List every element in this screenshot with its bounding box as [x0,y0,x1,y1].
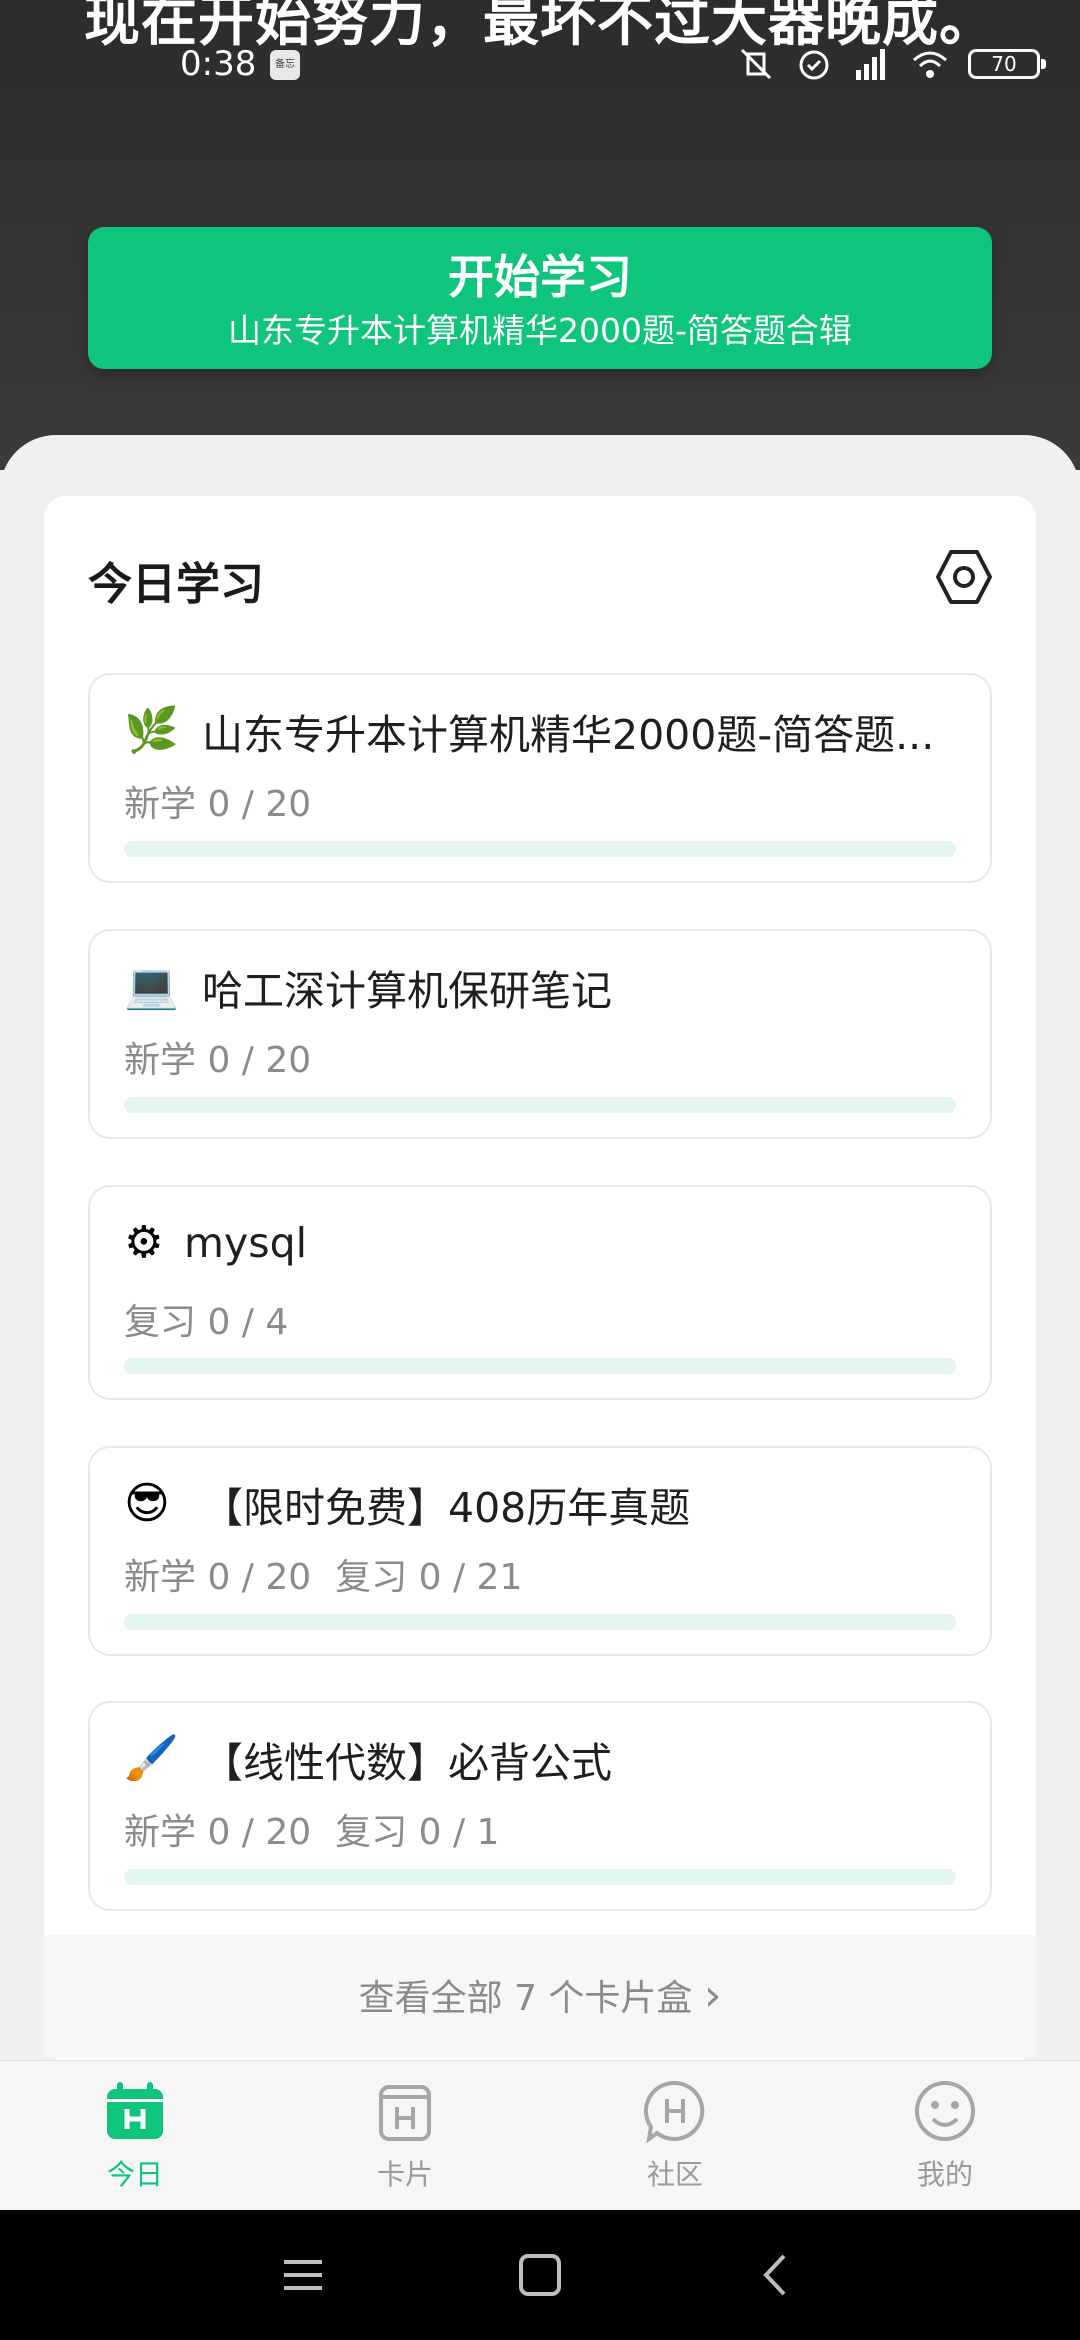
community-chat-icon [643,2080,705,2143]
laptop-icon: 💻 [124,961,179,1012]
tab-label: 我的 [916,2158,973,2191]
tab-today[interactable]: 今日 [65,2079,205,2193]
status-bar: 0:38 备忘 70 [0,38,1080,88]
view-all-decks-link[interactable]: 查看全部 7 个卡片盒 › [44,1935,1036,2057]
deck-card[interactable]: 🌿 山东专升本计算机精华2000题-简答题... 新学 0 / 20 [88,673,992,883]
deck-progress-bar [124,1097,956,1113]
signal-icon [856,49,885,80]
deck-stats: 复习 0 / 4 [124,1293,288,1345]
wifi-icon [913,51,947,78]
settings-hexagon-icon[interactable] [935,548,993,606]
status-icons: 70 [736,42,1046,86]
tab-label: 今日 [106,2158,163,2191]
deck-review-count: 复习 0 / 21 [335,1557,523,1598]
deck-review-count: 复习 0 / 4 [124,1302,289,1343]
deck-stats: 新学 0 / 20 复习 0 / 21 [124,1548,522,1600]
deck-new-count: 新学 0 / 20 [124,1040,312,1081]
leaf-icon: 🌿 [124,705,179,756]
gear-icon: ⚙ [124,1217,164,1268]
status-time: 0:38 [180,44,257,84]
notes-app-icon: 备忘 [270,50,300,80]
deck-stats: 新学 0 / 20 复习 0 / 1 [124,1803,499,1855]
bottom-tab-bar: 今日 卡片 社区 我的 [0,2060,1080,2210]
card-box-icon [379,2085,431,2141]
tab-label: 社区 [646,2158,703,2191]
view-all-label: 查看全部 7 个卡片盒 [358,1978,693,2019]
deck-progress-bar [124,1358,956,1374]
alarm-icon [799,50,829,80]
home-icon[interactable] [513,2248,567,2302]
tab-label: 卡片 [376,2158,433,2191]
deck-card[interactable]: 💻 哈工深计算机保研笔记 新学 0 / 20 [88,929,992,1139]
deck-name: 【线性代数】必背公式 [202,1739,612,1787]
deck-stats: 新学 0 / 20 [124,1031,311,1083]
deck-name: 哈工深计算机保研笔记 [202,967,612,1015]
mute-vibrate-icon [740,48,772,80]
start-learning-deck: 山东专升本计算机精华2000题-简答题合辑 [228,311,852,350]
sunglasses-emoji-icon: 😎 [124,1478,170,1529]
deck-card[interactable]: 🖌️ 【线性代数】必背公式 新学 0 / 20 复习 0 / 1 [88,1701,992,1911]
start-learning-title: 开始学习 [448,250,632,304]
today-title: 今日学习 [88,559,264,610]
deck-card[interactable]: 😎 【限时免费】408历年真题 新学 0 / 20 复习 0 / 21 [88,1446,992,1656]
chevron-right-icon: › [703,1970,722,2021]
deck-progress-bar [124,1614,956,1630]
calendar-icon [107,2082,163,2139]
deck-card[interactable]: ⚙ mysql 复习 0 / 4 [88,1185,992,1400]
deck-progress-bar [124,841,956,857]
deck-name: 山东专升本计算机精华2000题-简答题... [202,711,935,759]
back-icon[interactable] [750,2248,804,2302]
deck-progress-bar [124,1869,956,1885]
smiley-profile-icon [915,2081,975,2141]
system-nav-bar [0,2210,1080,2340]
start-learning-button[interactable]: 开始学习 山东专升本计算机精华2000题-简答题合辑 [88,227,992,369]
deck-name: 【限时免费】408历年真题 [202,1484,691,1532]
deck-name: mysql [184,1219,307,1267]
menu-icon[interactable] [276,2248,330,2302]
deck-review-count: 复习 0 / 1 [335,1812,500,1853]
deck-new-count: 新学 0 / 20 [124,1557,312,1598]
tab-community[interactable]: 社区 [605,2079,745,2193]
deck-stats: 新学 0 / 20 [124,775,311,827]
deck-new-count: 新学 0 / 20 [124,784,312,825]
tab-cards[interactable]: 卡片 [335,2079,475,2193]
battery-icon: 70 [968,49,1046,79]
paintbrush-icon: 🖌️ [124,1733,179,1784]
header-area: 现在开始努力，最坏不过大器晚成。 0:38 备忘 70 开始学习 山东专升本计算… [0,0,1080,470]
tab-mine[interactable]: 我的 [875,2079,1015,2193]
deck-new-count: 新学 0 / 20 [124,1812,312,1853]
